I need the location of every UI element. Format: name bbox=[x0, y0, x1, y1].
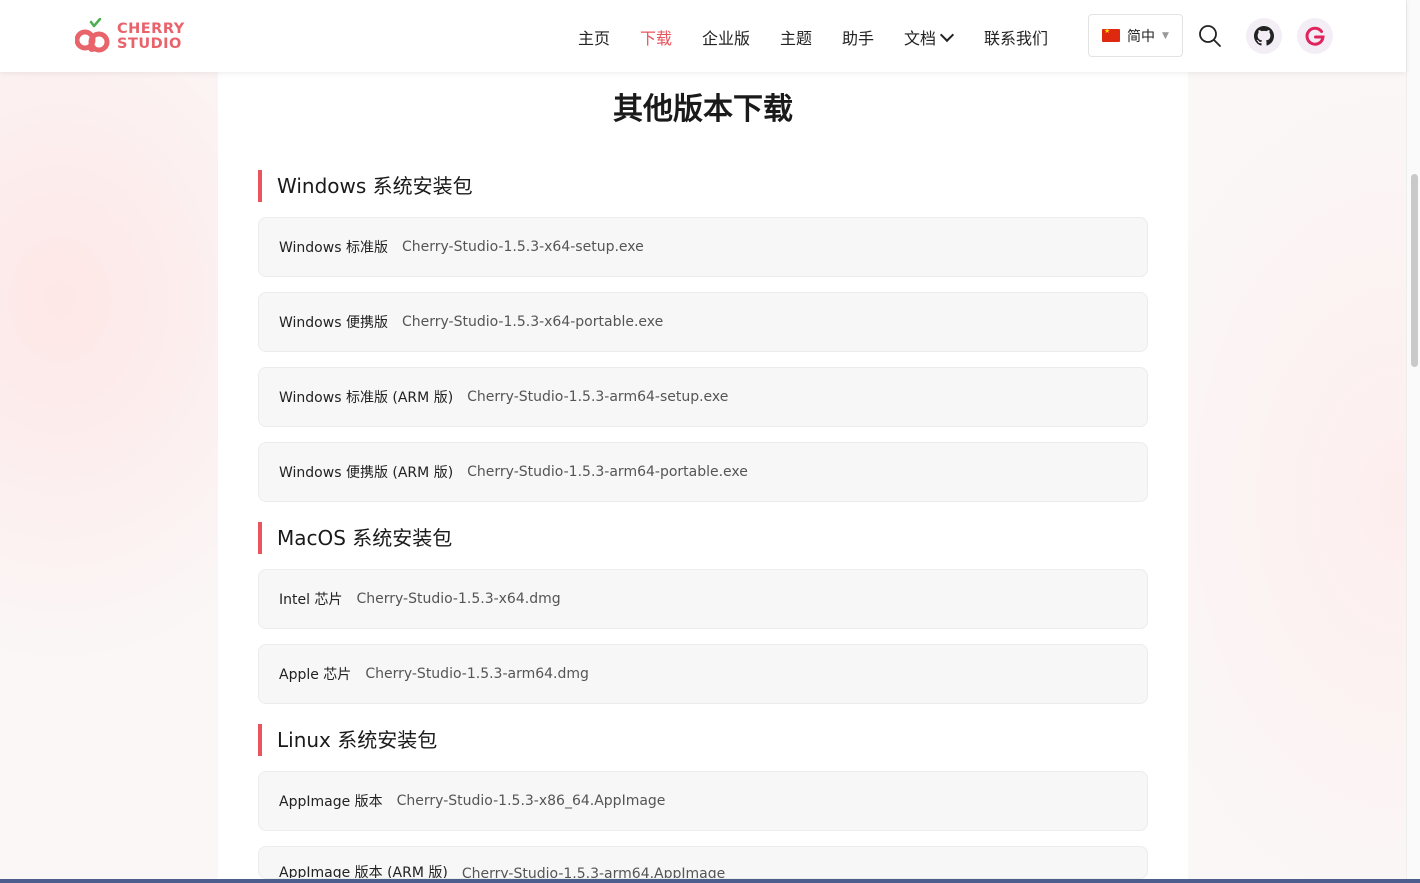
section-title-windows: Windows 系统安装包 bbox=[258, 170, 473, 202]
nav-item-contact[interactable]: 联系我们 bbox=[984, 25, 1048, 49]
download-filename[interactable]: Cherry-Studio-1.5.3-arm64-setup.exe bbox=[467, 389, 728, 405]
cherry-studio-logo[interactable]: CHERRY STUDIO bbox=[75, 18, 185, 56]
logo-text-line1: CHERRY bbox=[117, 21, 185, 37]
download-filename[interactable]: Cherry-Studio-1.5.3-x64.dmg bbox=[356, 591, 560, 607]
g-logo-button[interactable] bbox=[1297, 18, 1333, 54]
nav-item-docs-label: 文档 bbox=[904, 29, 937, 48]
download-filename[interactable]: Cherry-Studio-1.5.3-arm64.AppImage bbox=[462, 866, 725, 878]
china-flag-icon bbox=[1102, 27, 1120, 42]
download-label: Apple 芯片 bbox=[279, 667, 352, 683]
page-title: 其他版本下载 bbox=[613, 92, 793, 127]
download-item[interactable]: AppImage 版本 (ARM 版) Cherry-Studio-1.5.3-… bbox=[258, 846, 1148, 879]
nav-item-home[interactable]: 主页 bbox=[578, 25, 610, 49]
download-label: Windows 便携版 (ARM 版) bbox=[279, 465, 454, 481]
download-item[interactable]: Windows 便携版 (ARM 版) Cherry-Studio-1.5.3-… bbox=[258, 442, 1148, 502]
search-icon[interactable] bbox=[1198, 24, 1222, 48]
window-bottom-edge bbox=[0, 879, 1420, 883]
g-logo-icon bbox=[1305, 26, 1325, 46]
github-button[interactable] bbox=[1246, 18, 1282, 54]
section-title-linux: Linux 系统安装包 bbox=[258, 724, 437, 756]
language-select[interactable]: 简中 ▼ bbox=[1088, 14, 1183, 57]
nav-item-assistants[interactable]: 助手 bbox=[842, 25, 874, 49]
page-scrollbar[interactable] bbox=[1406, 0, 1420, 883]
download-label: Windows 标准版 bbox=[279, 240, 388, 256]
logo-text-line2: STUDIO bbox=[117, 36, 182, 52]
top-header: CHERRY STUDIO 主页 下载 企业版 主题 助手 文档 联系我们 简中… bbox=[0, 0, 1406, 72]
download-label: Windows 标准版 (ARM 版) bbox=[279, 390, 454, 406]
language-label: 简中 bbox=[1127, 28, 1155, 45]
download-item[interactable]: Intel 芯片 Cherry-Studio-1.5.3-x64.dmg bbox=[258, 569, 1148, 629]
download-label: Windows 便携版 bbox=[279, 315, 388, 331]
download-label: AppImage 版本 (ARM 版) bbox=[279, 865, 448, 879]
cherry-logo-icon bbox=[75, 18, 110, 53]
github-icon bbox=[1254, 26, 1274, 46]
download-item[interactable]: Windows 便携版 Cherry-Studio-1.5.3-x64-port… bbox=[258, 292, 1148, 352]
nav-item-download[interactable]: 下载 bbox=[640, 25, 672, 49]
section-title-macos: MacOS 系统安装包 bbox=[258, 522, 452, 554]
download-label: AppImage 版本 bbox=[279, 794, 383, 810]
chevron-down-icon bbox=[939, 27, 955, 43]
download-item[interactable]: Windows 标准版 Cherry-Studio-1.5.3-x64-setu… bbox=[258, 217, 1148, 277]
download-filename[interactable]: Cherry-Studio-1.5.3-x86_64.AppImage bbox=[397, 793, 666, 809]
download-filename[interactable]: Cherry-Studio-1.5.3-arm64.dmg bbox=[365, 666, 589, 682]
download-label: Intel 芯片 bbox=[279, 592, 343, 608]
scrollbar-thumb[interactable] bbox=[1411, 174, 1418, 367]
download-item[interactable]: Windows 标准版 (ARM 版) Cherry-Studio-1.5.3-… bbox=[258, 367, 1148, 427]
download-filename[interactable]: Cherry-Studio-1.5.3-x64-setup.exe bbox=[402, 239, 644, 255]
nav-item-docs[interactable]: 文档 bbox=[904, 25, 955, 49]
nav-item-enterprise[interactable]: 企业版 bbox=[702, 25, 750, 49]
caret-down-icon: ▼ bbox=[1162, 30, 1169, 41]
download-filename[interactable]: Cherry-Studio-1.5.3-x64-portable.exe bbox=[402, 314, 663, 330]
logo-text: CHERRY STUDIO bbox=[117, 22, 185, 52]
download-filename[interactable]: Cherry-Studio-1.5.3-arm64-portable.exe bbox=[467, 464, 748, 480]
nav-item-themes[interactable]: 主题 bbox=[780, 25, 812, 49]
download-item[interactable]: Apple 芯片 Cherry-Studio-1.5.3-arm64.dmg bbox=[258, 644, 1148, 704]
download-item[interactable]: AppImage 版本 Cherry-Studio-1.5.3-x86_64.A… bbox=[258, 771, 1148, 831]
